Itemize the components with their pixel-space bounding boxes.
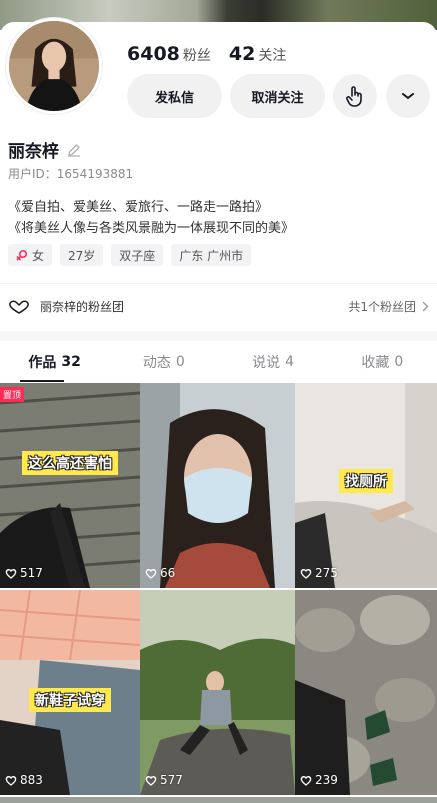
- heart-outline-icon: [5, 568, 17, 579]
- zodiac-tag: 双子座: [111, 244, 164, 266]
- tab-count: 32: [61, 354, 81, 370]
- name-row: 丽奈梓: [8, 137, 81, 162]
- pencil-icon[interactable]: [67, 143, 81, 157]
- content-tabs: 作品 32 动态 0 说说 4 收藏 0: [0, 341, 437, 383]
- section-divider: [0, 331, 437, 341]
- like-count-value: 577: [160, 773, 183, 787]
- like-count-value: 275: [315, 566, 338, 580]
- like-count-value: 66: [160, 566, 176, 580]
- location-tag: 广东 广州市: [171, 244, 252, 266]
- tab-label: 作品: [28, 355, 57, 371]
- followers-stat[interactable]: 6408 粉丝: [127, 43, 211, 65]
- bio: 《爱自拍、爱美丝、爱旅行、一路走一路拍》 《将美丝人像与各类风景融为一体展现不同…: [8, 197, 294, 239]
- video-caption: 找厕所: [339, 469, 393, 493]
- heart-outline-icon: [300, 775, 312, 786]
- gender-label: 女: [32, 248, 45, 263]
- like-count: 517: [5, 566, 43, 580]
- tab-label: 收藏: [361, 355, 390, 371]
- hand-pointer-icon: [346, 86, 362, 107]
- video-grid: 置顶 这么高还害怕 517 66 找厕所 275 新鞋子试穿 883 577 2…: [0, 383, 437, 795]
- more-options-button[interactable]: [386, 74, 430, 118]
- active-tab-indicator: [20, 380, 64, 382]
- heart-outline-icon: [300, 568, 312, 579]
- hand-pointer-button[interactable]: [333, 74, 377, 118]
- fan-group-row[interactable]: 丽奈梓的粉丝团 共1个粉丝团: [0, 283, 437, 329]
- video-thumbnail[interactable]: 新鞋子试穿 883: [0, 590, 140, 795]
- following-count: 42: [228, 43, 256, 65]
- followers-count: 6408: [127, 43, 180, 65]
- video-caption: 新鞋子试穿: [29, 688, 111, 712]
- pinned-badge: 置顶: [0, 387, 25, 402]
- gender-tag: 女: [8, 244, 53, 266]
- video-thumbnail[interactable]: 66: [140, 383, 295, 588]
- following-stat[interactable]: 42 关注: [229, 43, 286, 65]
- video-thumbnail[interactable]: 置顶 这么高还害怕 517: [0, 383, 140, 588]
- chevron-right-icon: [422, 301, 429, 312]
- like-count: 577: [145, 773, 183, 787]
- female-icon: [16, 249, 28, 261]
- like-count: 239: [300, 773, 338, 787]
- like-count: 66: [145, 566, 175, 580]
- unfollow-button[interactable]: 取消关注: [230, 74, 325, 118]
- chevron-down-icon: [402, 93, 414, 99]
- video-thumbnail[interactable]: 找厕所 275: [295, 383, 437, 588]
- heart-outline-icon: [9, 300, 29, 314]
- tab-count: 0: [394, 354, 404, 370]
- video-thumbnail[interactable]: 577: [140, 590, 295, 795]
- fan-group-count-label: 共1个粉丝团: [348, 300, 416, 314]
- like-count-value: 517: [20, 566, 43, 580]
- like-count-value: 239: [315, 773, 338, 787]
- fan-group-count: 共1个粉丝团: [348, 298, 429, 315]
- tab-label: 动态: [142, 355, 171, 371]
- age-tag: 27岁: [60, 244, 104, 266]
- video-thumbnail[interactable]: 239: [295, 590, 437, 795]
- like-count-value: 883: [20, 773, 43, 787]
- followers-label: 粉丝: [182, 48, 211, 64]
- bio-line: 《将美丝人像与各类风景融为一体展现不同的美》: [8, 221, 295, 236]
- heart-outline-icon: [145, 568, 157, 579]
- avatar[interactable]: [6, 18, 102, 114]
- heart-outline-icon: [145, 775, 157, 786]
- profile-tags: 女 27岁 双子座 广东 广州市: [8, 244, 252, 266]
- tab-posts[interactable]: 说说 4: [219, 341, 328, 383]
- tab-updates[interactable]: 动态 0: [109, 341, 218, 383]
- following-label: 关注: [258, 48, 287, 64]
- tab-label: 说说: [252, 355, 281, 371]
- profile-stats: 6408 粉丝 42 关注: [127, 43, 286, 65]
- fan-group-label: 丽奈梓的粉丝团: [40, 300, 125, 314]
- heart-outline-icon: [5, 775, 17, 786]
- tab-count: 0: [175, 354, 185, 370]
- profile-name: 丽奈梓: [8, 142, 59, 162]
- tab-favorites[interactable]: 收藏 0: [328, 341, 437, 383]
- tab-works[interactable]: 作品 32: [0, 341, 109, 383]
- video-caption: 这么高还害怕: [22, 451, 118, 475]
- tab-count: 4: [285, 354, 295, 370]
- bio-line: 《爱自拍、爱美丝、爱旅行、一路走一路拍》: [8, 200, 269, 215]
- next-row-thumbnails: [0, 797, 437, 803]
- send-message-button[interactable]: 发私信: [127, 74, 222, 118]
- user-id: 用户ID：1654193881: [8, 167, 134, 181]
- like-count: 883: [5, 773, 43, 787]
- like-count: 275: [300, 566, 338, 580]
